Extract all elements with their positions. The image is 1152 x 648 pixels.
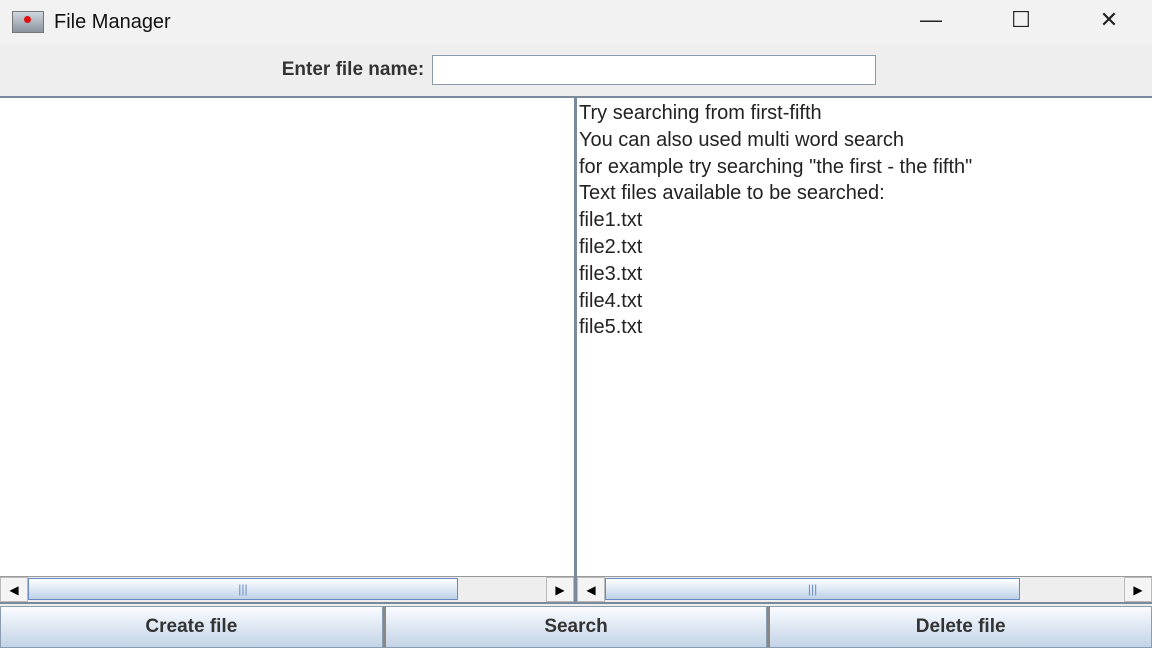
delete-file-button[interactable]: Delete file — [767, 606, 1152, 648]
left-text-area[interactable]: ◀ ||| ▶ — [0, 96, 576, 604]
output-line: You can also used multi word search — [579, 128, 904, 151]
file-name-input[interactable] — [432, 55, 877, 85]
maximize-button[interactable]: ☐ — [976, 0, 1066, 40]
output-line: for example try searching "the first - t… — [579, 155, 973, 178]
create-file-button[interactable]: Create file — [0, 606, 383, 648]
output-line: file1.txt — [579, 209, 643, 232]
search-button[interactable]: Search — [382, 606, 768, 648]
file-name-label: Enter file name: — [281, 59, 425, 80]
scroll-left-arrow-icon[interactable]: ◀ — [577, 577, 605, 602]
window-title: File Manager — [54, 10, 171, 33]
scroll-left-arrow-icon[interactable]: ◀ — [0, 577, 28, 602]
scroll-thumb[interactable]: ||| — [605, 578, 1021, 600]
output-line: file2.txt — [579, 235, 643, 258]
scroll-right-arrow-icon[interactable]: ▶ — [1124, 577, 1152, 602]
file-name-bar: Enter file name: — [0, 44, 1152, 96]
left-horizontal-scrollbar[interactable]: ◀ ||| ▶ — [0, 576, 574, 602]
output-line: file4.txt — [579, 289, 643, 312]
output-line: file3.txt — [579, 262, 643, 285]
output-line: Try searching from first-fifth — [579, 102, 822, 124]
output-text-area[interactable]: Try searching from first-fifth You can al… — [575, 96, 1152, 604]
app-icon — [12, 11, 44, 33]
scroll-right-arrow-icon[interactable]: ▶ — [546, 577, 574, 602]
action-bar: Create file Search Delete file — [0, 606, 1152, 648]
right-horizontal-scrollbar[interactable]: ◀ ||| ▶ — [577, 576, 1152, 602]
title-bar: File Manager — ☐ ✕ — [0, 0, 1152, 44]
output-line: file5.txt — [579, 316, 643, 339]
scroll-thumb[interactable]: ||| — [28, 578, 458, 600]
close-button[interactable]: ✕ — [1064, 0, 1152, 40]
minimize-button[interactable]: — — [886, 0, 976, 40]
output-line: Text files available to be searched: — [579, 182, 885, 205]
